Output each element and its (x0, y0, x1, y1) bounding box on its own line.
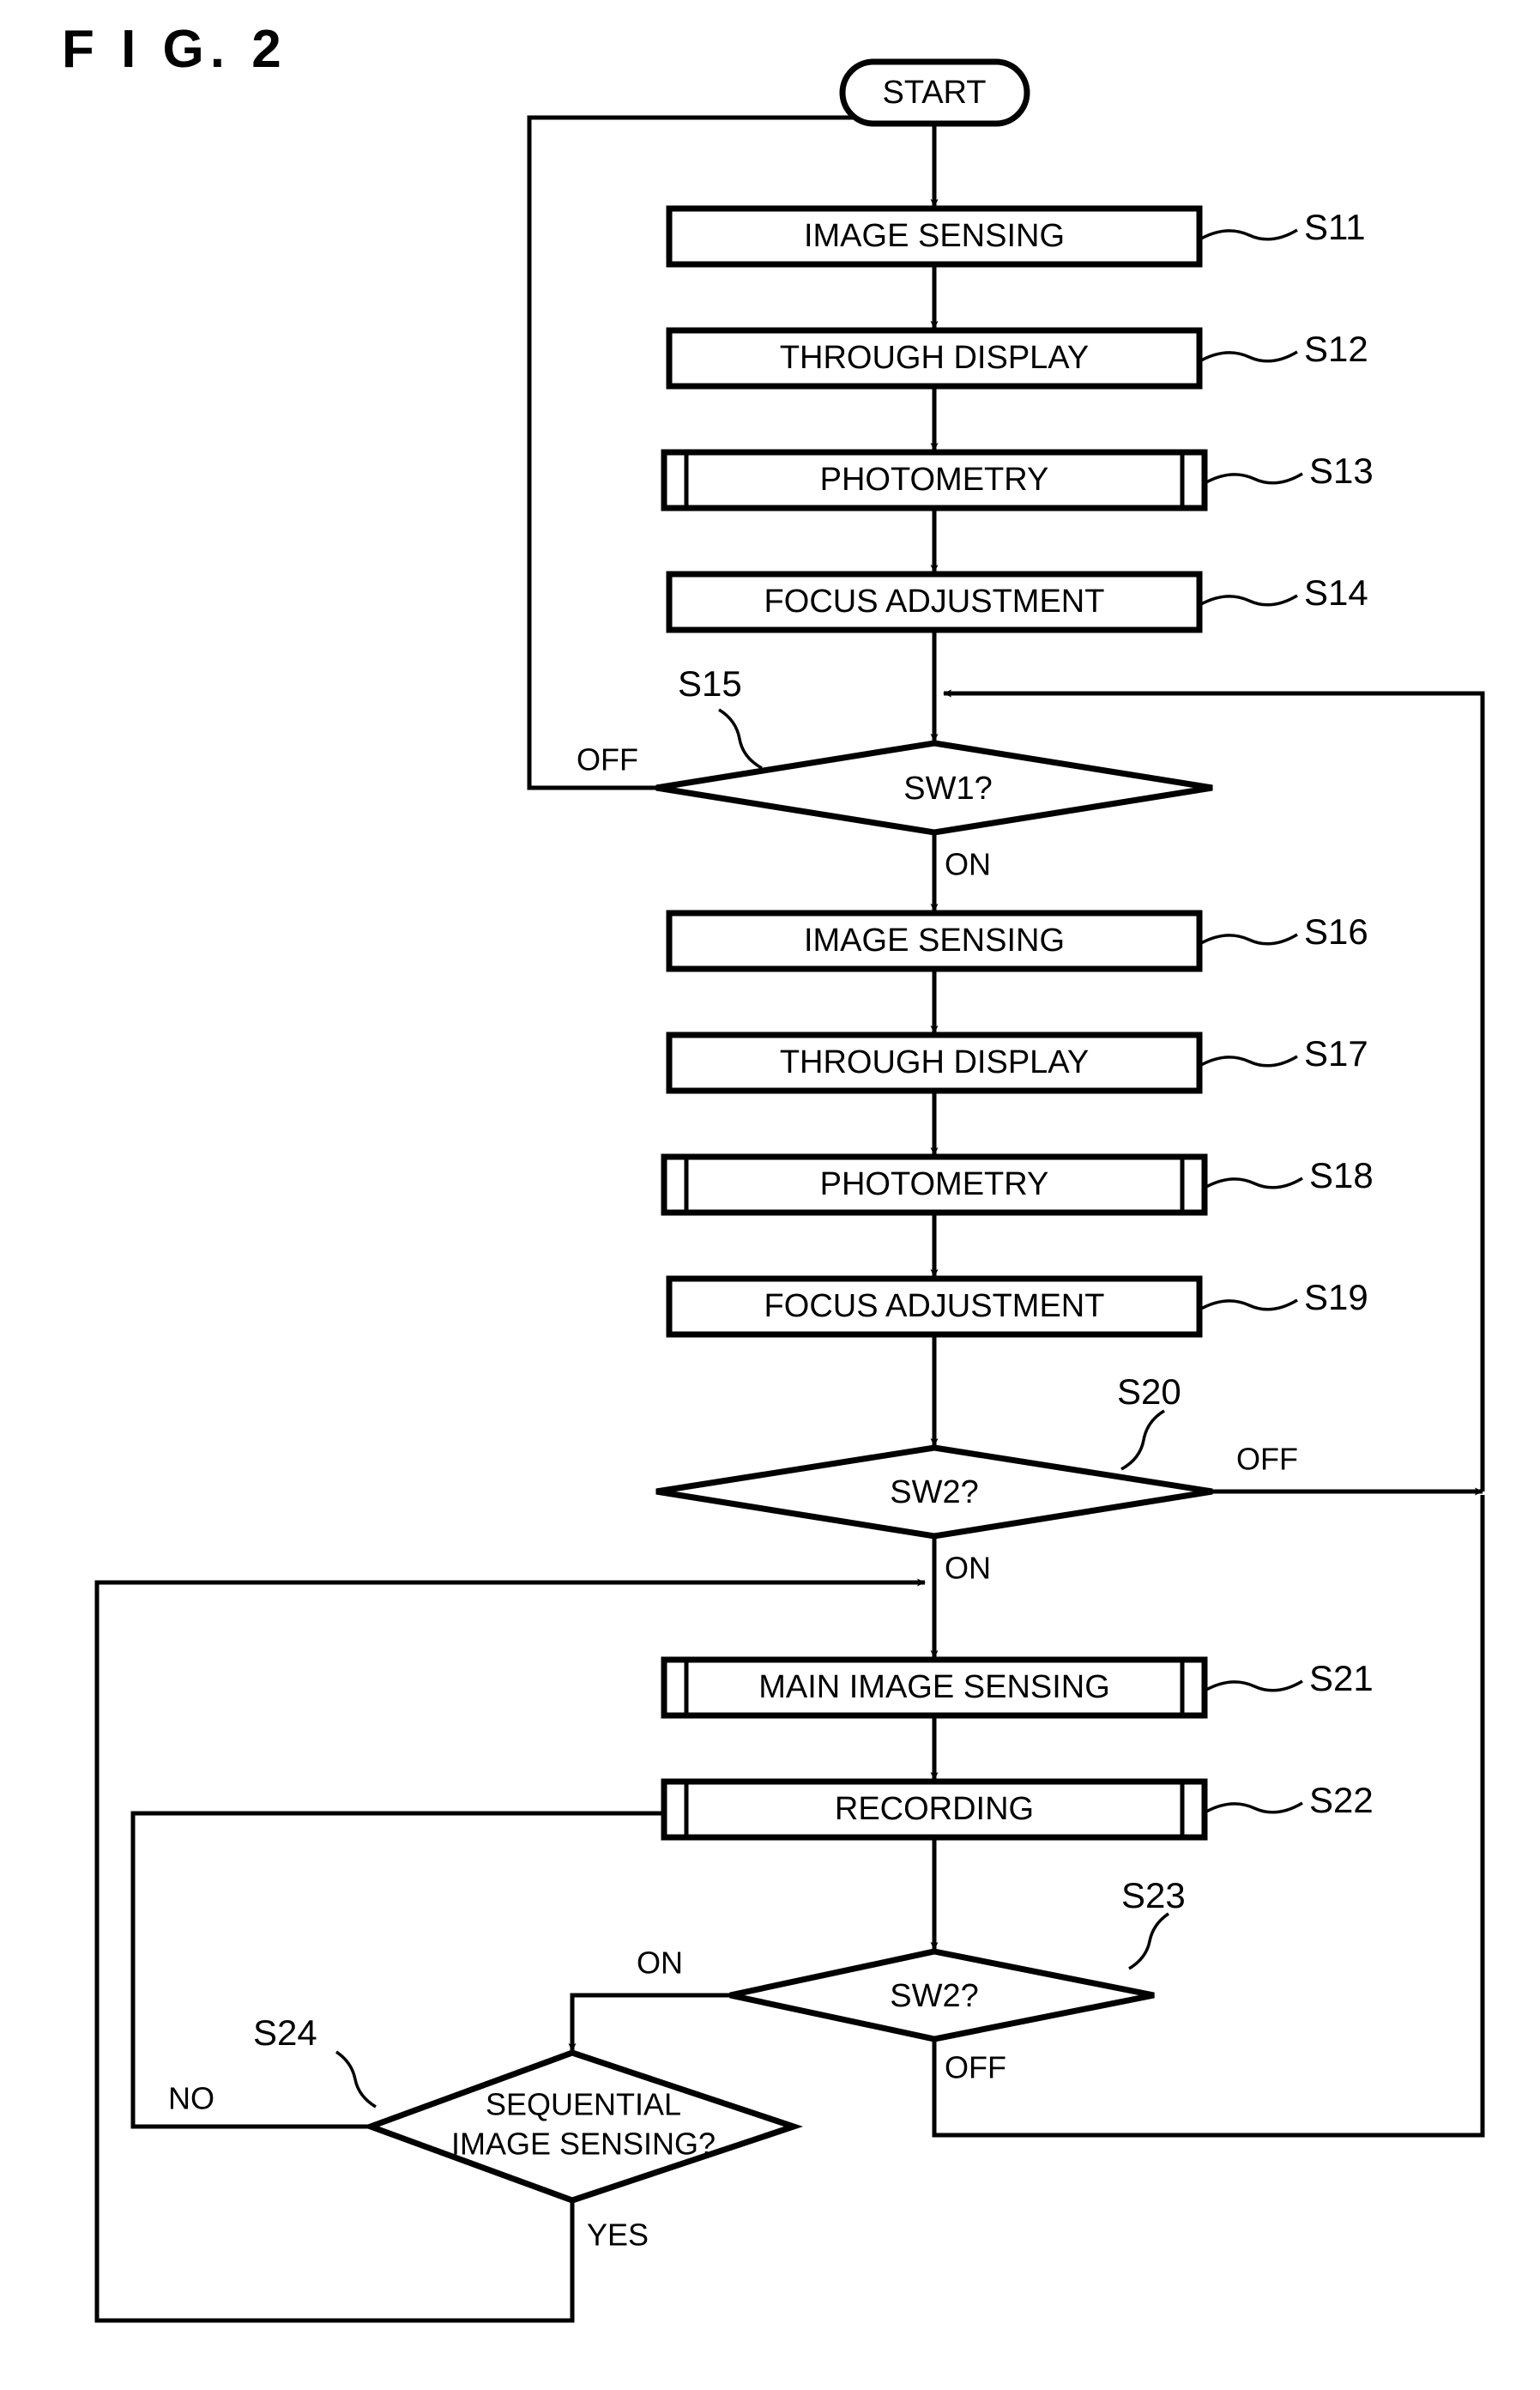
node-s21-label: MAIN IMAGE SENSING (758, 1669, 1110, 1705)
step-label-s24: S24 (253, 2012, 317, 2053)
branch-label-s23-off: OFF (945, 2050, 1006, 2085)
node-s18-label: PHOTOMETRY (820, 1166, 1049, 1202)
edge-s23-on-to-s24 (568, 1993, 730, 2052)
step-label-s22: S22 (1309, 1780, 1374, 1820)
leader-s20 (1120, 1409, 1165, 1471)
node-s24-label-line2: IMAGE SENSING? (451, 2127, 716, 2162)
step-label-s21: S21 (1309, 1658, 1374, 1698)
step-label-s15: S15 (678, 663, 742, 704)
step-label-s11: S11 (1304, 207, 1366, 247)
step-label-s20: S20 (1117, 1371, 1181, 1412)
step-label-s18: S18 (1309, 1155, 1374, 1195)
leader-s22 (1205, 1801, 1303, 1814)
node-s23-label: SW2? (890, 1978, 978, 2014)
node-s20-label: SW2? (890, 1474, 978, 1510)
leader-s12 (1200, 350, 1298, 363)
node-s16-label: IMAGE SENSING (804, 923, 1065, 959)
leader-s15 (718, 708, 763, 770)
branch-label-s15-on: ON (945, 847, 991, 882)
branch-label-s24-yes: YES (587, 2218, 649, 2253)
leader-s11 (1200, 228, 1298, 241)
node-s24-label-line1: SEQUENTIAL (486, 2087, 681, 2122)
step-label-s12: S12 (1304, 329, 1368, 369)
step-label-s23: S23 (1121, 1875, 1186, 1915)
terminal-start-label: START (882, 75, 986, 111)
node-s14-label: FOCUS ADJUSTMENT (764, 584, 1105, 620)
branch-label-s20-on: ON (945, 1551, 991, 1586)
step-label-s13: S13 (1309, 451, 1374, 491)
step-label-s19: S19 (1304, 1277, 1368, 1317)
branch-label-s23-on: ON (637, 1945, 683, 1981)
leader-s24 (335, 2050, 377, 2109)
step-label-s14: S14 (1304, 572, 1368, 613)
branch-label-s24-no: NO (168, 2081, 214, 2116)
step-label-s17: S17 (1304, 1033, 1368, 1074)
leader-s14 (1200, 594, 1298, 607)
node-s11-label: IMAGE SENSING (804, 218, 1065, 254)
leader-s16 (1200, 933, 1298, 946)
leader-s17 (1200, 1055, 1298, 1068)
branch-label-s15-off: OFF (577, 742, 638, 778)
step-label-s16: S16 (1304, 911, 1368, 952)
leader-s13 (1205, 472, 1303, 485)
leader-s21 (1205, 1679, 1303, 1692)
branch-label-s20-off: OFF (1236, 1442, 1298, 1477)
node-s22-label: RECORDING (835, 1791, 1034, 1827)
node-s15-label: SW1? (903, 771, 992, 807)
leader-s18 (1205, 1177, 1303, 1189)
node-s17-label: THROUGH DISPLAY (780, 1044, 1089, 1080)
leader-s19 (1200, 1298, 1298, 1311)
flowchart-canvas: START IMAGE SENSING THROUGH DISPLAY PHOT… (94, 58, 1485, 2323)
node-s19-label: FOCUS ADJUSTMENT (764, 1288, 1105, 1324)
leader-s23 (1128, 1912, 1169, 1970)
node-s12-label: THROUGH DISPLAY (780, 340, 1089, 376)
node-s13-label: PHOTOMETRY (820, 462, 1049, 498)
